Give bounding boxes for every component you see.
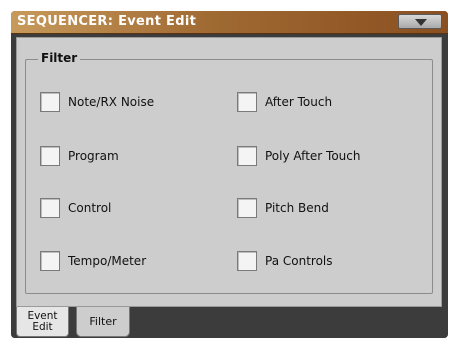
checkbox-box[interactable] <box>237 146 257 166</box>
tab-label: Filter <box>89 315 117 328</box>
checkbox-after-touch[interactable]: After Touch <box>237 91 332 113</box>
checkbox-label: After Touch <box>265 95 333 109</box>
checkbox-label: Note/RX Noise <box>68 95 155 109</box>
filter-panel: Filter Note/RX Noise Program Control Tem… <box>16 37 442 307</box>
checkbox-box[interactable] <box>237 92 257 112</box>
filter-group-label: Filter <box>38 51 81 65</box>
checkbox-label: Pa Controls <box>265 254 333 268</box>
window-title: SEQUENCER: Event Edit <box>17 14 197 29</box>
checkbox-label: Pitch Bend <box>265 201 329 215</box>
checkbox-program[interactable]: Program <box>40 145 119 167</box>
checkbox-pitch-bend[interactable]: Pitch Bend <box>237 197 329 219</box>
checkbox-pa-controls[interactable]: Pa Controls <box>237 250 333 272</box>
tab-event-edit[interactable]: Event Edit <box>16 307 69 337</box>
checkbox-label: Program <box>68 149 119 163</box>
checkbox-box[interactable] <box>40 198 60 218</box>
checkbox-box[interactable] <box>237 251 257 271</box>
checkbox-label: Tempo/Meter <box>68 254 147 268</box>
checkbox-control[interactable]: Control <box>40 197 111 219</box>
page-menu-button[interactable] <box>398 14 442 29</box>
checkbox-box[interactable] <box>40 251 60 271</box>
checkbox-box[interactable] <box>40 146 60 166</box>
checkbox-note-rx-noise[interactable]: Note/RX Noise <box>40 91 154 113</box>
sequencer-screen: SEQUENCER: Event Edit Filter Note/RX Noi… <box>11 11 448 338</box>
triangle-down-icon <box>415 19 427 26</box>
checkbox-label: Poly After Touch <box>265 149 361 163</box>
tab-label-line2: Edit <box>32 321 53 333</box>
checkbox-label: Control <box>68 201 112 215</box>
checkbox-box[interactable] <box>237 198 257 218</box>
tab-bar: Event Edit Filter <box>11 307 448 338</box>
tab-filter[interactable]: Filter <box>76 307 130 337</box>
checkbox-tempo-meter[interactable]: Tempo/Meter <box>40 250 146 272</box>
checkbox-poly-after-touch[interactable]: Poly After Touch <box>237 145 360 167</box>
checkbox-box[interactable] <box>40 92 60 112</box>
title-bar: SEQUENCER: Event Edit <box>11 11 448 34</box>
